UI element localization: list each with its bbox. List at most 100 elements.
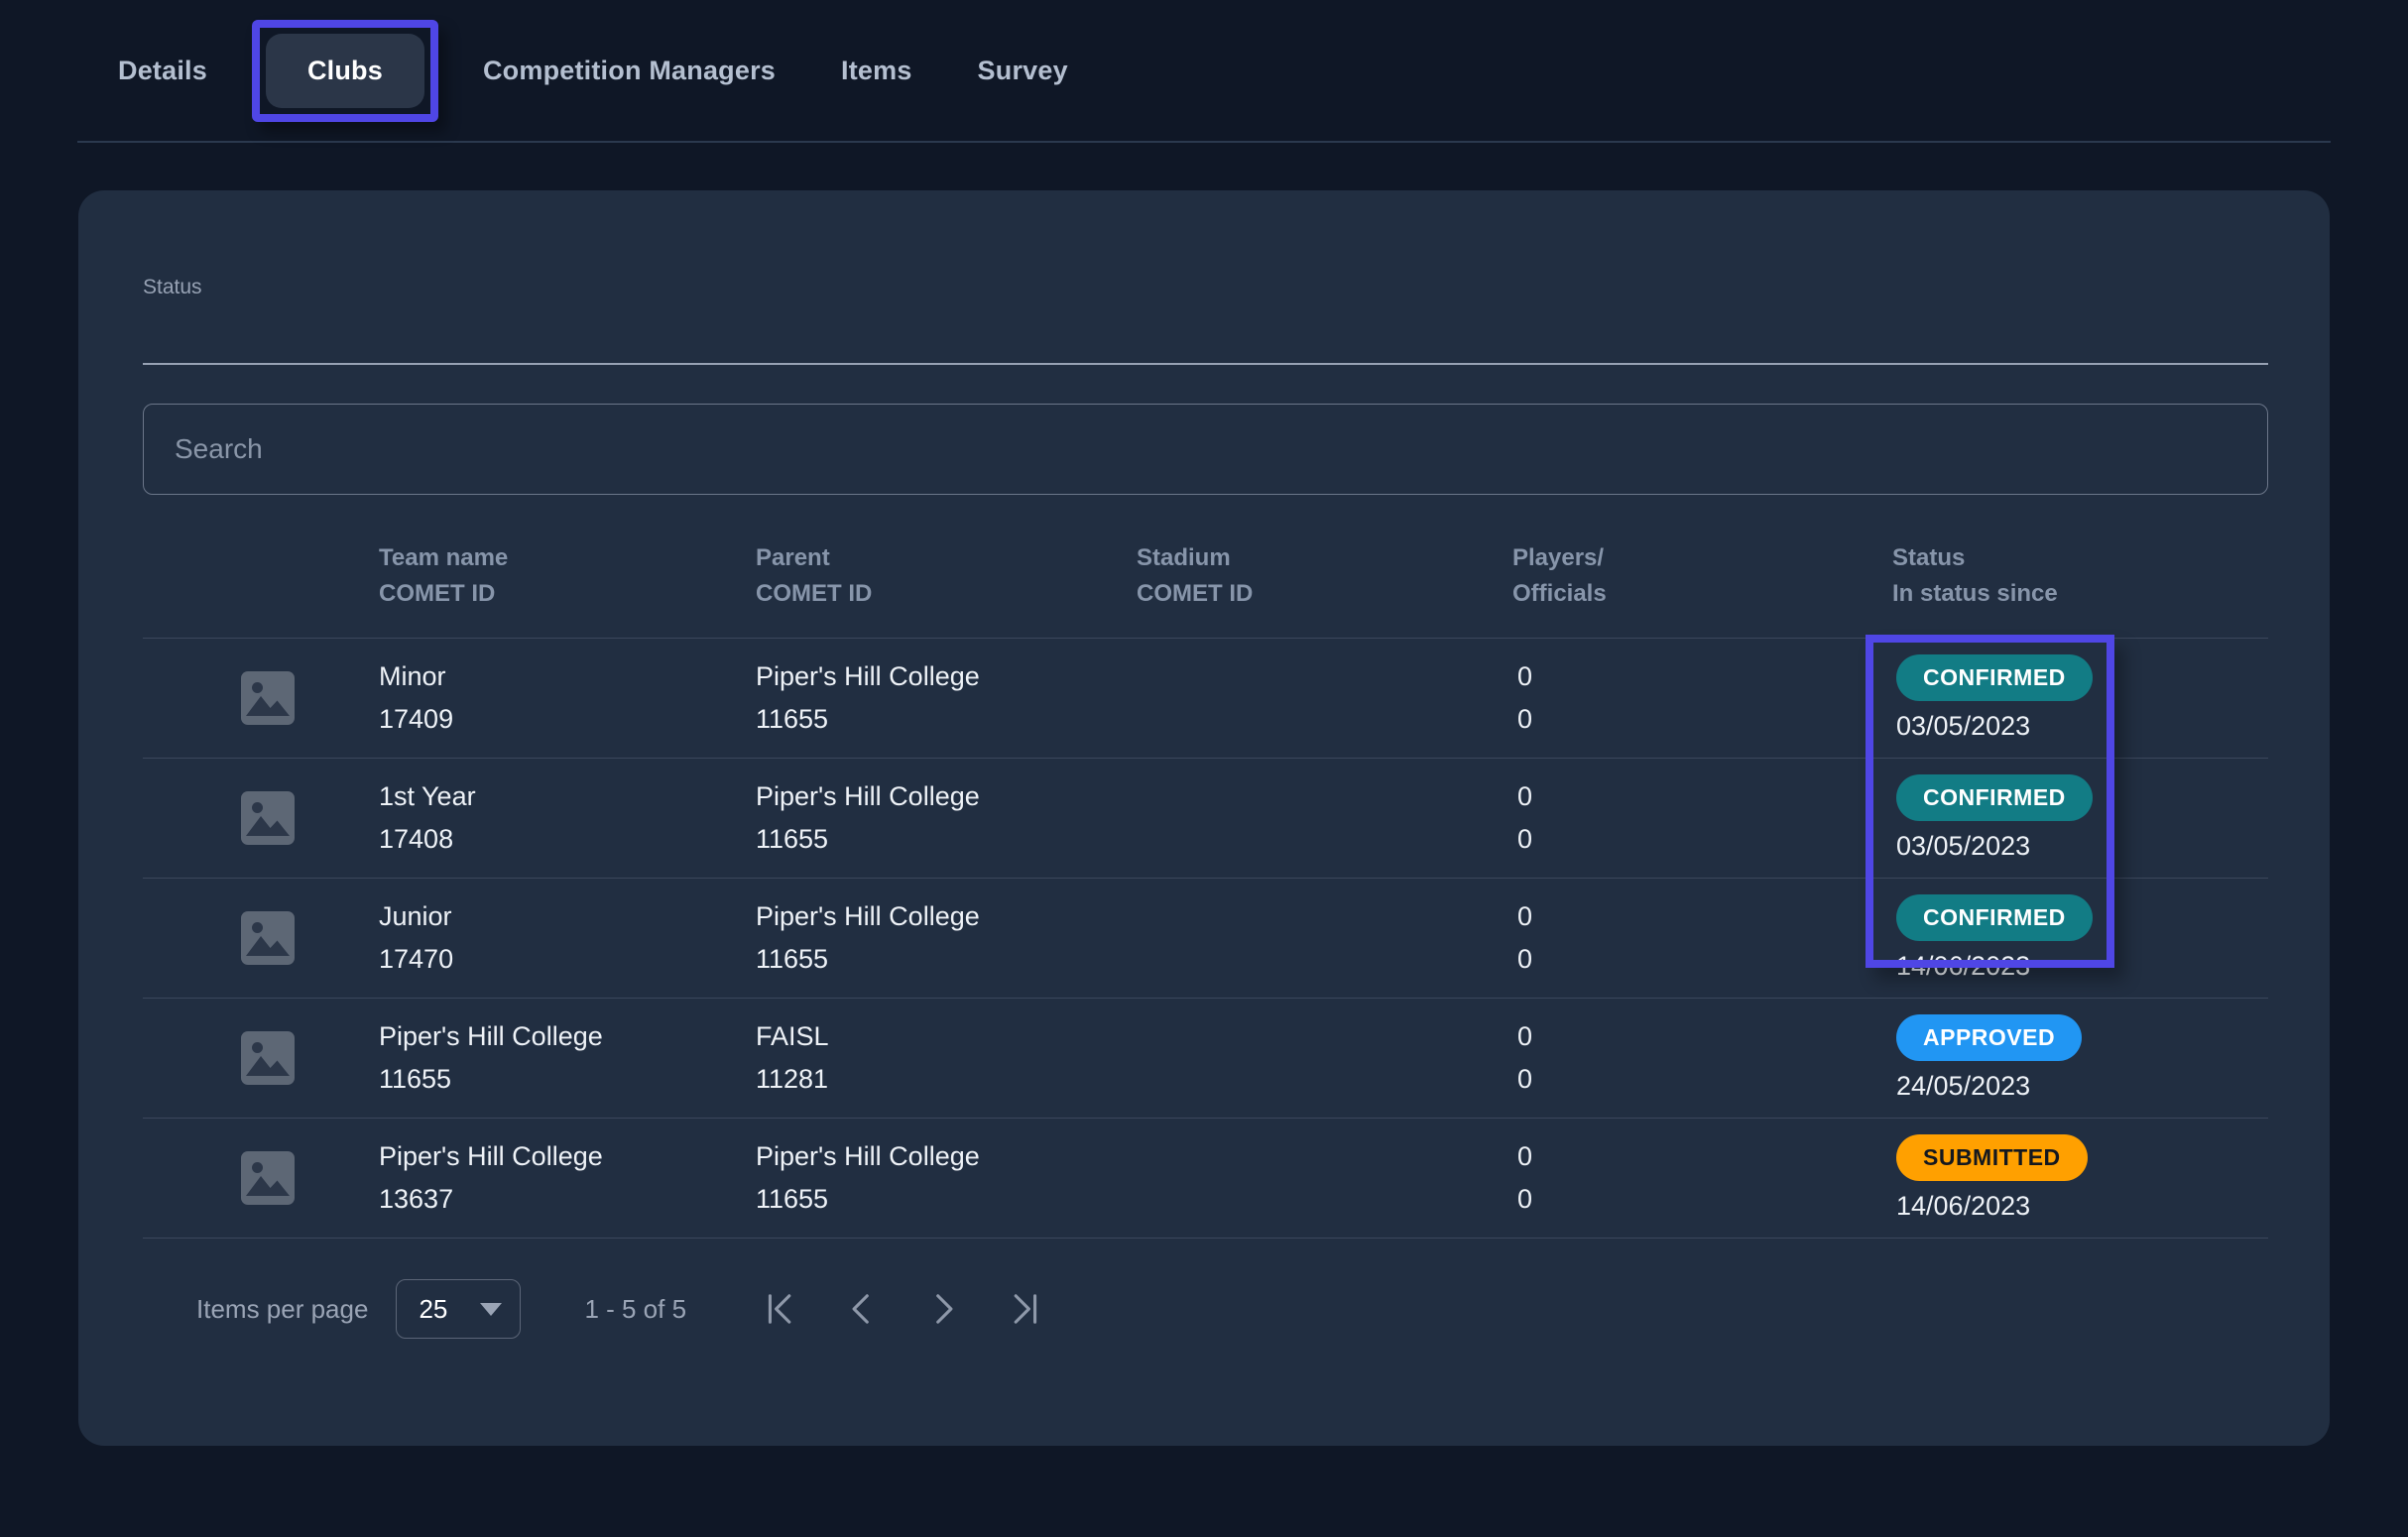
- pagination-range-label: 1 - 5 of 5: [584, 1294, 686, 1325]
- items-per-page-label: Items per page: [196, 1294, 368, 1325]
- team-comet-id: 13637: [379, 1178, 756, 1221]
- tab-bar: Details Clubs Competition Managers Items…: [0, 0, 2408, 141]
- table-row[interactable]: 1st Year 17408 Piper's Hill College 1165…: [143, 759, 2268, 879]
- parent-name: FAISL: [756, 1015, 1137, 1058]
- page-size-select[interactable]: 25: [396, 1279, 521, 1339]
- parent-comet-id: 11655: [756, 1178, 1137, 1221]
- team-name: 1st Year: [379, 775, 756, 818]
- team-name: Minor: [379, 655, 756, 698]
- in-status-since-date: 03/05/2023: [1896, 831, 2268, 862]
- parent-cell: Piper's Hill College 11655: [756, 655, 1137, 741]
- clubs-table: Team name COMET ID Parent COMET ID Stadi…: [143, 515, 2268, 1239]
- players-officials-cell: 0 0: [1512, 1135, 1892, 1221]
- status-cell: APPROVED 24/05/2023: [1892, 1014, 2268, 1102]
- search-input[interactable]: [143, 404, 2268, 495]
- image-placeholder-icon: [241, 911, 295, 965]
- team-comet-id: 11655: [379, 1058, 756, 1101]
- table-body: Minor 17409 Piper's Hill College 11655 0…: [143, 639, 2268, 1239]
- team-name-cell: Piper's Hill College 13637: [379, 1135, 756, 1221]
- status-cell: CONFIRMED 14/06/2023: [1892, 894, 2268, 982]
- team-comet-id: 17409: [379, 698, 756, 741]
- players-count: 0: [1517, 1135, 1892, 1178]
- status-filter-select[interactable]: [143, 363, 2268, 365]
- tab-clubs[interactable]: Clubs: [266, 34, 424, 108]
- chevron-right-icon: [921, 1287, 965, 1331]
- officials-count: 0: [1517, 1178, 1892, 1221]
- in-status-since-date: 24/05/2023: [1896, 1071, 2268, 1102]
- officials-count: 0: [1517, 1058, 1892, 1101]
- players-count: 0: [1517, 1015, 1892, 1058]
- status-badge: CONFIRMED: [1896, 894, 2093, 941]
- parent-cell: FAISL 11281: [756, 1015, 1137, 1101]
- parent-cell: Piper's Hill College 11655: [756, 895, 1137, 981]
- header-stadium: Stadium COMET ID: [1137, 540, 1512, 638]
- officials-count: 0: [1517, 818, 1892, 861]
- officials-count: 0: [1517, 698, 1892, 741]
- header-parent: Parent COMET ID: [756, 540, 1137, 638]
- players-count: 0: [1517, 775, 1892, 818]
- status-badge: CONFIRMED: [1896, 654, 2093, 701]
- team-name-cell: 1st Year 17408: [379, 775, 756, 861]
- tab-items[interactable]: Items: [808, 56, 945, 86]
- parent-name: Piper's Hill College: [756, 775, 1137, 818]
- last-page-icon: [1003, 1287, 1046, 1331]
- header-logo-column: [143, 540, 379, 638]
- status-badge: CONFIRMED: [1896, 774, 2093, 821]
- players-count: 0: [1517, 895, 1892, 938]
- parent-cell: Piper's Hill College 11655: [756, 1135, 1137, 1221]
- team-name: Piper's Hill College: [379, 1015, 756, 1058]
- table-row[interactable]: Junior 17470 Piper's Hill College 11655 …: [143, 879, 2268, 999]
- club-logo-cell: [143, 791, 379, 845]
- parent-comet-id: 11655: [756, 698, 1137, 741]
- club-logo-cell: [143, 911, 379, 965]
- page-size-value: 25: [419, 1294, 447, 1325]
- players-officials-cell: 0 0: [1512, 1015, 1892, 1101]
- in-status-since-date: 14/06/2023: [1896, 1191, 2268, 1222]
- parent-comet-id: 11281: [756, 1058, 1137, 1101]
- first-page-button[interactable]: [756, 1284, 805, 1334]
- image-placeholder-icon: [241, 671, 295, 725]
- parent-name: Piper's Hill College: [756, 655, 1137, 698]
- page: { "tabs": [ { "label": "Details", "activ…: [0, 0, 2408, 1537]
- pagination-buttons: [756, 1284, 1049, 1334]
- header-players-officials: Players/ Officials: [1512, 540, 1892, 638]
- first-page-icon: [759, 1287, 802, 1331]
- status-cell: SUBMITTED 14/06/2023: [1892, 1134, 2268, 1222]
- in-status-since-date: 03/05/2023: [1896, 711, 2268, 742]
- next-page-button[interactable]: [918, 1284, 968, 1334]
- table-row[interactable]: Minor 17409 Piper's Hill College 11655 0…: [143, 639, 2268, 759]
- chevron-left-icon: [840, 1287, 884, 1331]
- status-cell: CONFIRMED 03/05/2023: [1892, 654, 2268, 742]
- players-count: 0: [1517, 655, 1892, 698]
- tab-details[interactable]: Details: [85, 56, 240, 86]
- status-badge: APPROVED: [1896, 1014, 2082, 1061]
- parent-cell: Piper's Hill College 11655: [756, 775, 1137, 861]
- pagination-bar: Items per page 25 1 - 5 of 5: [196, 1279, 2330, 1339]
- image-placeholder-icon: [241, 791, 295, 845]
- header-team-name: Team name COMET ID: [379, 540, 756, 638]
- officials-count: 0: [1517, 938, 1892, 981]
- tab-survey[interactable]: Survey: [945, 56, 1101, 86]
- tab-competition-managers[interactable]: Competition Managers: [450, 56, 808, 86]
- players-officials-cell: 0 0: [1512, 655, 1892, 741]
- club-logo-cell: [143, 671, 379, 725]
- parent-name: Piper's Hill College: [756, 895, 1137, 938]
- status-badge: SUBMITTED: [1896, 1134, 2088, 1181]
- parent-comet-id: 11655: [756, 818, 1137, 861]
- in-status-since-date: 14/06/2023: [1896, 951, 2268, 982]
- team-name-cell: Junior 17470: [379, 895, 756, 981]
- status-cell: CONFIRMED 03/05/2023: [1892, 774, 2268, 862]
- table-header: Team name COMET ID Parent COMET ID Stadi…: [143, 515, 2268, 639]
- team-comet-id: 17408: [379, 818, 756, 861]
- team-name-cell: Piper's Hill College 11655: [379, 1015, 756, 1101]
- team-name: Junior: [379, 895, 756, 938]
- players-officials-cell: 0 0: [1512, 895, 1892, 981]
- parent-comet-id: 11655: [756, 938, 1137, 981]
- parent-name: Piper's Hill College: [756, 1135, 1137, 1178]
- table-row[interactable]: Piper's Hill College 11655 FAISL 11281 0…: [143, 999, 2268, 1119]
- previous-page-button[interactable]: [837, 1284, 887, 1334]
- table-row[interactable]: Piper's Hill College 13637 Piper's Hill …: [143, 1119, 2268, 1239]
- team-name-cell: Minor 17409: [379, 655, 756, 741]
- image-placeholder-icon: [241, 1031, 295, 1085]
- last-page-button[interactable]: [1000, 1284, 1049, 1334]
